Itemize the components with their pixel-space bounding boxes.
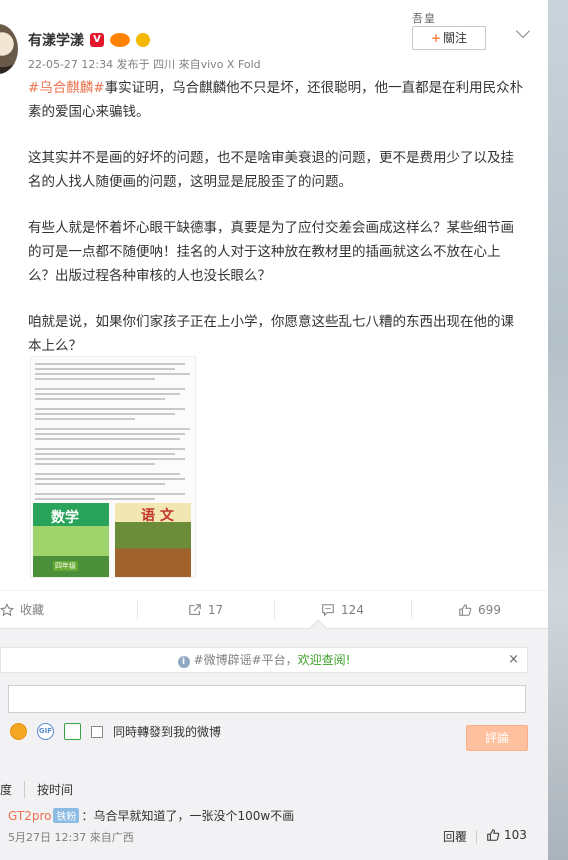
image-text-line xyxy=(35,398,165,400)
image-text-line xyxy=(35,363,185,365)
repost-button[interactable]: 17 xyxy=(137,591,274,628)
plus-icon: + xyxy=(430,31,442,45)
paragraph-2: 这其实并不是画的好坏的问题，也不是啥审美衰退的问题，更不是费用少了以及挂名的人找… xyxy=(28,150,514,190)
image-text-line xyxy=(35,378,155,380)
comment-like-count: 103 xyxy=(504,828,527,842)
image-text-line xyxy=(35,413,175,415)
chinese-textbook-cover: 语 文 xyxy=(115,503,191,577)
post-meta: 22-05-27 12:34 发布于 四川 來自vivo X Fold xyxy=(28,58,261,71)
submit-comment-button[interactable]: 評論 xyxy=(466,725,528,751)
star-icon xyxy=(0,602,14,616)
page-background-right xyxy=(548,0,568,860)
close-icon[interactable]: × xyxy=(508,648,519,672)
weibo-post-card: 有漾学漾 V 22-05-27 12:34 发布于 四川 來自vivo X Fo… xyxy=(0,0,548,628)
verified-badge-icon[interactable]: V xyxy=(90,33,104,47)
notice-text[interactable]: #微博辟谣#平台， xyxy=(194,653,298,667)
comment-sort: 度 按时间 xyxy=(0,781,73,798)
image-text-line xyxy=(35,388,185,390)
follow-label: 關注 xyxy=(443,31,468,45)
post-content: #乌合麒麟#事实证明，乌合麒麟他不只是坏，还很聪明，他一直都是在利用民众朴素的爱… xyxy=(28,76,524,380)
comment-item: GT2pro 铁粉 ：乌合早就知道了，一张没个100w不画 xyxy=(8,807,294,824)
favorite-button[interactable]: 收藏 xyxy=(0,591,137,628)
commenter-name[interactable]: GT2pro xyxy=(8,809,51,823)
image-text-line xyxy=(35,438,180,440)
image-text-line xyxy=(35,473,180,475)
comment-input[interactable] xyxy=(8,685,526,713)
image-text-line xyxy=(35,368,175,370)
book2-title: 语 文 xyxy=(141,508,174,524)
follow-area: 吾皇 + 關注 xyxy=(410,8,531,52)
like-count: 699 xyxy=(478,602,501,617)
image-text-line xyxy=(35,483,165,485)
attached-image[interactable]: 数学 四年级 语 文 xyxy=(30,356,196,578)
username[interactable]: 有漾学漾 xyxy=(28,30,84,50)
comment-tools: GIF 同時轉發到我的微博 xyxy=(10,723,221,740)
sort-by-hot[interactable]: 度 xyxy=(0,781,26,798)
also-repost-checkbox[interactable] xyxy=(91,725,103,738)
chevron-down-icon[interactable] xyxy=(515,23,531,39)
image-upload-icon[interactable] xyxy=(64,723,81,740)
info-icon: i xyxy=(177,656,190,668)
notice-link[interactable]: 欢迎查阅! xyxy=(298,653,351,667)
image-text-line xyxy=(35,373,190,375)
image-text-line xyxy=(35,453,175,455)
image-text-line xyxy=(35,418,135,420)
thumbs-up-icon xyxy=(487,829,500,841)
topic-link[interactable]: #乌合麒麟# xyxy=(28,80,105,96)
paragraph-4: 咱就是说，如果你们家孩子正在上小学，你愿意这些乱七八糟的东西出现在他的课本上么？ xyxy=(28,314,514,354)
image-text-line xyxy=(35,493,185,495)
comment-count: 124 xyxy=(341,602,364,617)
thumbs-up-icon xyxy=(459,603,472,616)
follow-decoration: 吾皇 xyxy=(412,12,436,25)
repost-icon xyxy=(189,603,201,615)
vip-badge-icon[interactable] xyxy=(110,33,130,47)
gif-icon[interactable]: GIF xyxy=(37,723,54,740)
repost-count: 17 xyxy=(207,602,224,617)
comment-like-button[interactable]: 103 xyxy=(486,828,527,842)
gold-medal-icon[interactable] xyxy=(136,33,150,47)
user-row: 有漾学漾 V xyxy=(28,30,150,50)
comment-meta: 5月27日 12:37 來自广西 xyxy=(8,831,134,844)
divider xyxy=(476,830,477,844)
math-textbook-cover: 数学 四年级 xyxy=(33,503,109,577)
sort-by-time[interactable]: 按时间 xyxy=(25,781,73,798)
paragraph-1: #乌合麒麟#事实证明，乌合麒麟他不只是坏，还很聪明，他一直都是在利用民众朴素的爱… xyxy=(28,76,524,124)
book1-title: 数学 xyxy=(51,510,79,526)
image-text-line xyxy=(35,463,155,465)
avatar[interactable] xyxy=(0,24,18,74)
image-text-line xyxy=(35,433,185,435)
image-text-line xyxy=(35,478,185,480)
image-text-line xyxy=(35,393,180,395)
book1-grade: 四年级 xyxy=(53,561,78,571)
reply-button[interactable]: 回覆 xyxy=(443,828,467,845)
image-text-line xyxy=(35,498,155,500)
image-text-line xyxy=(35,428,190,430)
like-button[interactable]: 699 xyxy=(411,591,548,628)
paragraph-3: 有些人就是怀着坏心眼干缺德事，真要是为了应付交差会画成这样么？某些细节画的可是一… xyxy=(28,220,514,284)
comment-icon xyxy=(322,603,334,617)
comment-button[interactable]: 124 xyxy=(274,591,411,628)
comment-text: ：乌合早就知道了，一张没个100w不画 xyxy=(81,809,295,823)
fan-badge: 铁粉 xyxy=(53,808,80,823)
image-text-line xyxy=(35,448,185,450)
comment-panel: i #微博辟谣#平台，欢迎查阅! × GIF 同時轉發到我的微博 評論 度 按时间… xyxy=(0,619,548,860)
image-text-line xyxy=(35,458,185,460)
favorite-label: 收藏 xyxy=(20,603,45,617)
rumor-notice: i #微博辟谣#平台，欢迎查阅! × xyxy=(0,647,528,673)
action-bar: 收藏 17 124 699 xyxy=(0,590,548,628)
follow-button[interactable]: + 關注 xyxy=(412,26,486,50)
emoji-icon[interactable] xyxy=(10,723,27,740)
also-repost-label: 同時轉發到我的微博 xyxy=(113,725,222,739)
image-text-line xyxy=(35,408,185,410)
